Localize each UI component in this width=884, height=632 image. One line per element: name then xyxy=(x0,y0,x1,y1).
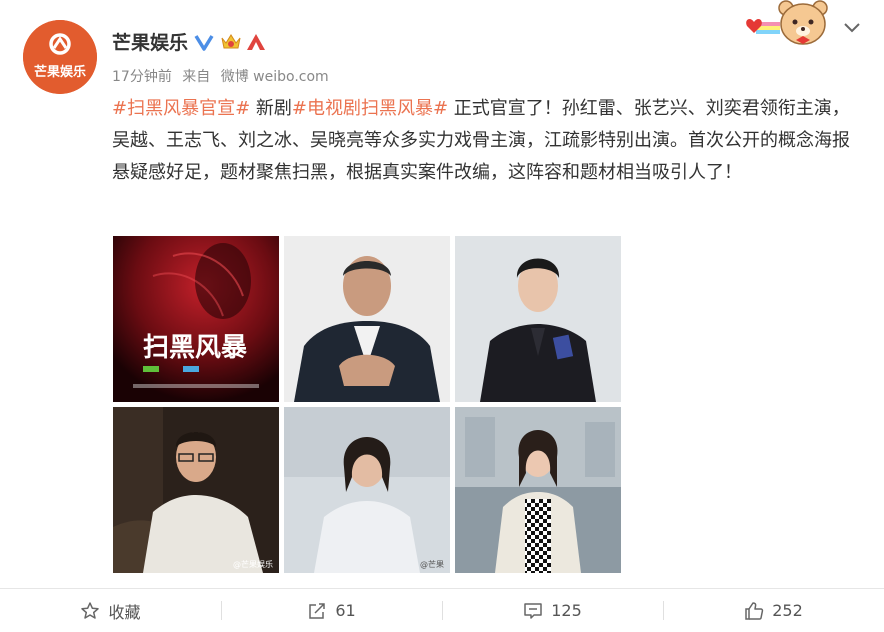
vip-icon xyxy=(246,32,266,52)
comment-count: 125 xyxy=(551,601,582,620)
favorite-button[interactable]: 收藏 xyxy=(0,589,221,632)
repost-icon xyxy=(307,601,327,621)
comment-icon xyxy=(523,601,543,621)
post-text-segment: 新剧 xyxy=(250,98,292,119)
verified-icon xyxy=(194,32,214,52)
favorite-label: 收藏 xyxy=(108,602,141,622)
actor-photo-2[interactable] xyxy=(455,236,621,402)
author-name[interactable]: 芒果娱乐 xyxy=(112,28,188,55)
repost-count: 61 xyxy=(335,601,356,620)
actor-photo-4[interactable]: @芒果 xyxy=(284,407,450,573)
source-prefix: 来自 xyxy=(182,69,211,85)
post-header: 芒果娱乐 芒果娱乐 17分钟前 来自 微博 weibo.com xyxy=(0,0,884,96)
comment-button[interactable]: 125 xyxy=(442,589,663,632)
post-time[interactable]: 17分钟前 xyxy=(112,69,172,85)
action-bar: 收藏 61 125 252 xyxy=(0,588,884,632)
watermark-text: @芒果 xyxy=(420,559,444,569)
like-icon xyxy=(744,601,764,621)
actor-photo-1[interactable] xyxy=(284,236,450,402)
avatar-text: 芒果娱乐 xyxy=(34,64,86,80)
topic-tag[interactable]: #扫黑风暴官宣# xyxy=(112,98,250,119)
chevron-down-icon[interactable] xyxy=(842,20,862,36)
actor-photo-5[interactable] xyxy=(455,407,621,573)
topic-tag[interactable]: #电视剧扫黑风暴# xyxy=(292,98,448,119)
post-text: #扫黑风暴官宣# 新剧#电视剧扫黑风暴# 正式官宣了！孙红雷、张艺兴、刘奕君领衔… xyxy=(112,93,857,189)
like-button[interactable]: 252 xyxy=(663,589,884,632)
actor-photo-3[interactable]: @芒果娱乐 xyxy=(113,407,279,573)
author-row: 芒果娱乐 xyxy=(112,28,266,55)
watermark-text: @芒果娱乐 xyxy=(233,559,273,569)
crown-icon xyxy=(220,32,241,52)
like-count: 252 xyxy=(772,601,803,620)
avatar[interactable]: 芒果娱乐 xyxy=(23,20,97,94)
post-source[interactable]: 微博 weibo.com xyxy=(221,69,329,85)
repost-button[interactable]: 61 xyxy=(221,589,442,632)
poster-image[interactable]: 扫黑风暴 xyxy=(113,236,279,402)
bear-sticker-icon xyxy=(742,0,838,52)
image-grid: 扫黑风暴 @芒果娱乐 @芒果 xyxy=(113,236,623,576)
poster-title: 扫黑风暴 xyxy=(143,333,247,363)
post-meta: 17分钟前 来自 微博 weibo.com xyxy=(112,66,335,86)
star-icon xyxy=(80,601,100,621)
